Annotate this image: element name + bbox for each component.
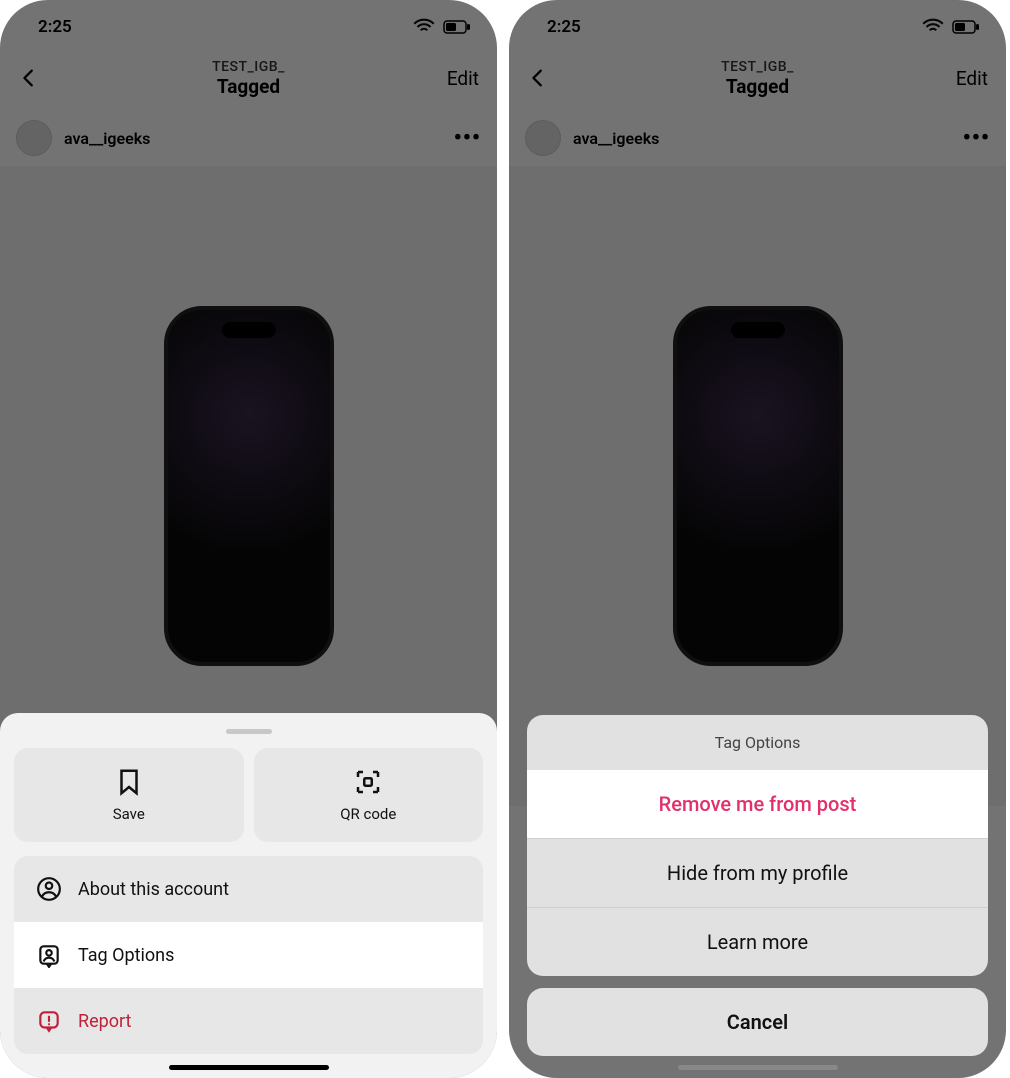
save-button[interactable]: Save <box>14 748 244 842</box>
sheet-grabber-icon[interactable] <box>226 729 272 734</box>
screenshot-right: 2:25 TEST_IGB_ Tagged Edit ava__igeeks •… <box>509 0 1006 1078</box>
about-account-row[interactable]: About this account <box>14 856 483 922</box>
alert-title: Tag Options <box>527 715 988 770</box>
bookmark-icon <box>114 767 144 797</box>
alert-stack: Tag Options Remove me from post Hide fro… <box>527 715 988 976</box>
tag-options-row[interactable]: Tag Options <box>14 922 483 988</box>
qr-label: QR code <box>340 805 396 823</box>
tag-options-alert: Tag Options Remove me from post Hide fro… <box>527 715 988 1056</box>
about-account-label: About this account <box>78 879 229 900</box>
action-list: About this account Tag Options Report <box>14 856 483 1054</box>
home-indicator[interactable] <box>678 1065 838 1070</box>
screenshot-left: 2:25 TEST_IGB_ Tagged Edit ava__igeeks •… <box>0 0 497 1078</box>
action-sheet: Save QR code About this account Tag Opti… <box>0 713 497 1078</box>
person-circle-icon <box>36 876 62 902</box>
remove-me-button[interactable]: Remove me from post <box>527 770 988 838</box>
report-row[interactable]: Report <box>14 988 483 1054</box>
save-label: Save <box>113 805 145 823</box>
qr-code-button[interactable]: QR code <box>254 748 484 842</box>
report-icon <box>36 1008 62 1034</box>
tag-options-label: Tag Options <box>78 945 174 966</box>
home-indicator[interactable] <box>169 1065 329 1070</box>
cancel-button[interactable]: Cancel <box>527 988 988 1056</box>
report-label: Report <box>78 1011 131 1032</box>
hide-from-profile-button[interactable]: Hide from my profile <box>527 838 988 907</box>
qr-icon <box>353 767 383 797</box>
learn-more-button[interactable]: Learn more <box>527 907 988 976</box>
tag-person-icon <box>36 942 62 968</box>
